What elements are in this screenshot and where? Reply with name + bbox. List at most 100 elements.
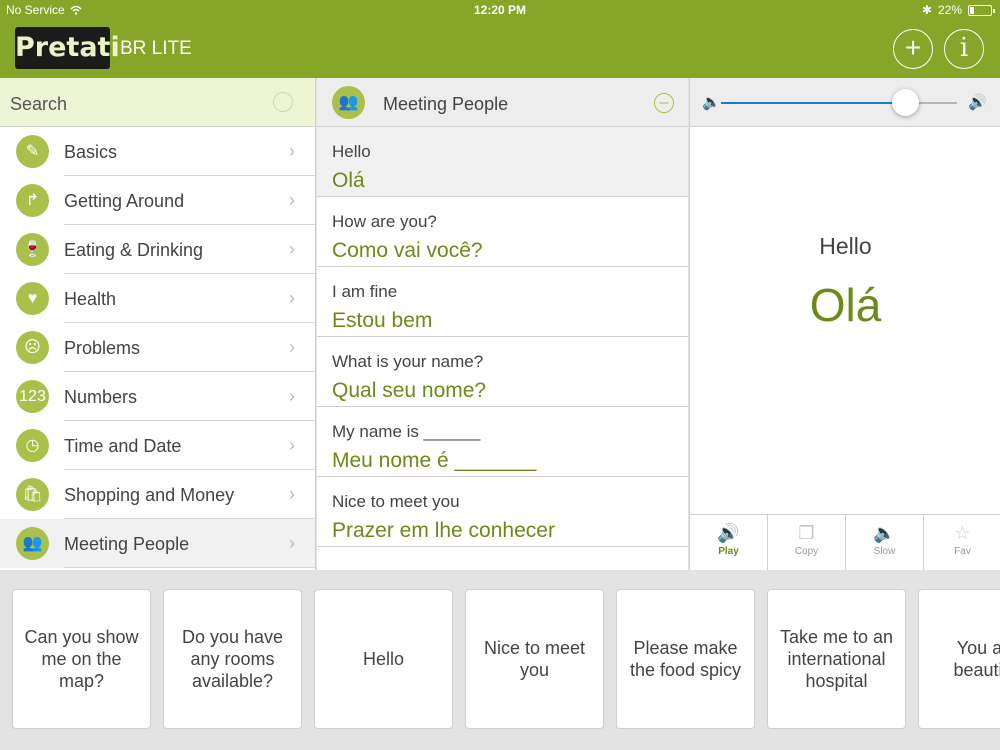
phrase-portuguese: Qual seu nome? bbox=[332, 379, 487, 402]
bluetooth-icon: ✱ bbox=[921, 3, 932, 17]
phrase-row[interactable]: What is your name? Qual seu nome? bbox=[317, 337, 688, 407]
app-header: No Service 12:20 PM ✱ 22% Pretati BR LIT… bbox=[0, 0, 1000, 78]
volume-slider[interactable] bbox=[721, 102, 957, 104]
sidebar-item-basics[interactable]: ✎ Basics › bbox=[0, 127, 315, 176]
phrase-english: What is your name? bbox=[332, 352, 484, 371]
phrase-detail-pane: 🔈 🔊 Hello Olá 🔊 Play ❐ Copy 🔈 Slow ☆ Fav bbox=[689, 78, 1000, 570]
sidebar-item-time-and-date[interactable]: ◷ Time and Date › bbox=[0, 421, 315, 470]
quick-phrase-card[interactable]: You are beautiful bbox=[918, 589, 1000, 729]
sidebar-item-label: Eating & Drinking bbox=[64, 240, 204, 260]
quick-phrase-card[interactable]: Nice to meet you bbox=[465, 589, 604, 729]
copy-icon: ❐ bbox=[798, 523, 815, 543]
slow-button[interactable]: 🔈 Slow bbox=[846, 515, 924, 570]
sidebar-item-eating-drinking[interactable]: 🍷 Eating & Drinking › bbox=[0, 225, 315, 274]
sidebar-item-label: Numbers bbox=[64, 387, 138, 407]
phrase-portuguese: Prazer em lhe conhecer bbox=[332, 519, 555, 542]
speaker-slow-icon: 🔈 bbox=[873, 523, 896, 543]
add-button[interactable]: + bbox=[893, 29, 933, 69]
quick-phrase-card[interactable]: Do you have any rooms available? bbox=[163, 589, 302, 729]
phrase-list-title: Meeting People bbox=[383, 94, 509, 114]
app: No Service 12:20 PM ✱ 22% Pretati BR LIT… bbox=[0, 0, 1000, 750]
phrase-list-pane: 👥 Meeting People – Hello Olá How are you? C… bbox=[317, 78, 688, 570]
sidebar-item-label: Basics bbox=[64, 142, 118, 162]
search-icon bbox=[273, 92, 293, 112]
phrase-portuguese: Estou bem bbox=[332, 309, 433, 332]
volume-fill bbox=[721, 102, 906, 104]
quick-phrase-strip: Can you show me on the map? Do you have a… bbox=[0, 570, 1000, 750]
speaker-icon: 🔊 bbox=[717, 523, 740, 543]
chevron-right-icon: › bbox=[289, 239, 295, 259]
phrase-row[interactable]: My name is ______ Meu nome é _______ bbox=[317, 407, 688, 477]
action-label: Slow bbox=[873, 546, 896, 557]
stethoscope-icon: ♥ bbox=[16, 282, 49, 315]
volume-thumb[interactable] bbox=[892, 89, 920, 116]
star-icon: ☆ bbox=[954, 523, 971, 543]
app-logo: Pretati bbox=[15, 27, 120, 69]
phrase-english: How are you? bbox=[332, 212, 437, 231]
phrase-english: Nice to meet you bbox=[332, 492, 460, 511]
sidebar-item-meeting-people[interactable]: 👥 Meeting People › bbox=[0, 519, 315, 568]
numbers-icon: 123 bbox=[16, 380, 49, 413]
status-bar: No Service 12:20 PM ✱ 22% bbox=[0, 0, 1000, 20]
play-button[interactable]: 🔊 Play bbox=[690, 515, 768, 570]
chevron-right-icon: › bbox=[289, 141, 295, 161]
phrase-portuguese: Como vai você? bbox=[332, 239, 483, 262]
volume-bar: 🔈 🔊 bbox=[690, 78, 1000, 127]
phrase-portuguese: Meu nome é _______ bbox=[332, 449, 537, 472]
phrase-row[interactable]: Hello Olá bbox=[317, 127, 688, 197]
detail-portuguese: Olá bbox=[809, 279, 882, 331]
phrase-english: I am fine bbox=[332, 282, 398, 301]
sidebar-item-label: Getting Around bbox=[64, 191, 185, 211]
chevron-right-icon: › bbox=[289, 386, 295, 406]
chevron-right-icon: › bbox=[289, 288, 295, 308]
turn-right-arrow-icon: ↱ bbox=[16, 184, 49, 217]
info-button[interactable]: i bbox=[944, 29, 984, 69]
quick-phrase-card[interactable]: Hello bbox=[314, 589, 453, 729]
category-list: ✎ Basics › ↱ Getting Around › 🍷 Eating & Drinki… bbox=[0, 127, 315, 568]
sidebar-item-label: Meeting People bbox=[64, 534, 190, 554]
action-label: Fav bbox=[954, 546, 971, 557]
quick-phrase-card[interactable]: Can you show me on the map? bbox=[12, 589, 151, 729]
phrase-portuguese: Olá bbox=[332, 169, 365, 192]
sidebar-item-problems[interactable]: ☹ Problems › bbox=[0, 323, 315, 372]
clock-calendar-icon: ◷ bbox=[16, 429, 49, 462]
phrase-row[interactable]: How are you? Como vai você? bbox=[317, 197, 688, 267]
category-sidebar: Search ✎ Basics › ↱ Getting Around › 🍷 Eating &… bbox=[0, 78, 316, 570]
battery-percent: 22% bbox=[937, 3, 962, 17]
battery-icon bbox=[968, 4, 995, 16]
sidebar-item-label: Problems bbox=[64, 338, 141, 358]
sidebar-item-label: Shopping and Money bbox=[64, 485, 235, 505]
chevron-right-icon: › bbox=[289, 484, 295, 504]
volume-low-icon: 🔈 bbox=[702, 94, 721, 111]
sidebar-item-health[interactable]: ♥ Health › bbox=[0, 274, 315, 323]
sad-face-icon: ☹ bbox=[16, 331, 49, 364]
wine-glass-icon: 🍷 bbox=[16, 233, 49, 266]
phrase-row[interactable]: I am fine Estou bem bbox=[317, 267, 688, 337]
phrase-list: Hello Olá How are you? Como vai você? I am f… bbox=[317, 127, 688, 547]
copy-button[interactable]: ❐ Copy bbox=[768, 515, 846, 570]
sidebar-item-label: Time and Date bbox=[64, 436, 182, 456]
detail-english: Hello bbox=[819, 233, 872, 259]
quick-phrase-card[interactable]: Please make the food spicy bbox=[616, 589, 755, 729]
status-right: ✱ 22% bbox=[921, 3, 995, 17]
phrase-english: Hello bbox=[332, 142, 371, 161]
people-icon: 👥 bbox=[332, 86, 365, 119]
status-time: 12:20 PM bbox=[473, 3, 527, 17]
sidebar-item-shopping-and-money[interactable]: 🛍 Shopping and Money › bbox=[0, 470, 315, 519]
sidebar-item-getting-around[interactable]: ↱ Getting Around › bbox=[0, 176, 315, 225]
search-field[interactable]: Search bbox=[0, 78, 315, 127]
shopping-bag-icon: 🛍 bbox=[16, 478, 49, 511]
fav-button[interactable]: ☆ Fav bbox=[924, 515, 1000, 570]
people-icon: 👥 bbox=[16, 527, 49, 560]
sidebar-item-numbers[interactable]: 123 Numbers › bbox=[0, 372, 315, 421]
pencil-icon: ✎ bbox=[16, 135, 49, 168]
action-label: Copy bbox=[794, 546, 819, 557]
divider bbox=[64, 567, 315, 568]
collapse-icon[interactable]: – bbox=[654, 93, 674, 113]
chevron-right-icon: › bbox=[289, 533, 295, 553]
phrase-list-header: 👥 Meeting People – bbox=[317, 78, 688, 127]
sidebar-item-label: Health bbox=[64, 289, 117, 309]
quick-phrase-card[interactable]: Take me to an international hospital bbox=[767, 589, 906, 729]
phrase-row[interactable]: Nice to meet you Prazer em lhe conhecer bbox=[317, 477, 688, 547]
search-placeholder: Search bbox=[10, 94, 68, 114]
